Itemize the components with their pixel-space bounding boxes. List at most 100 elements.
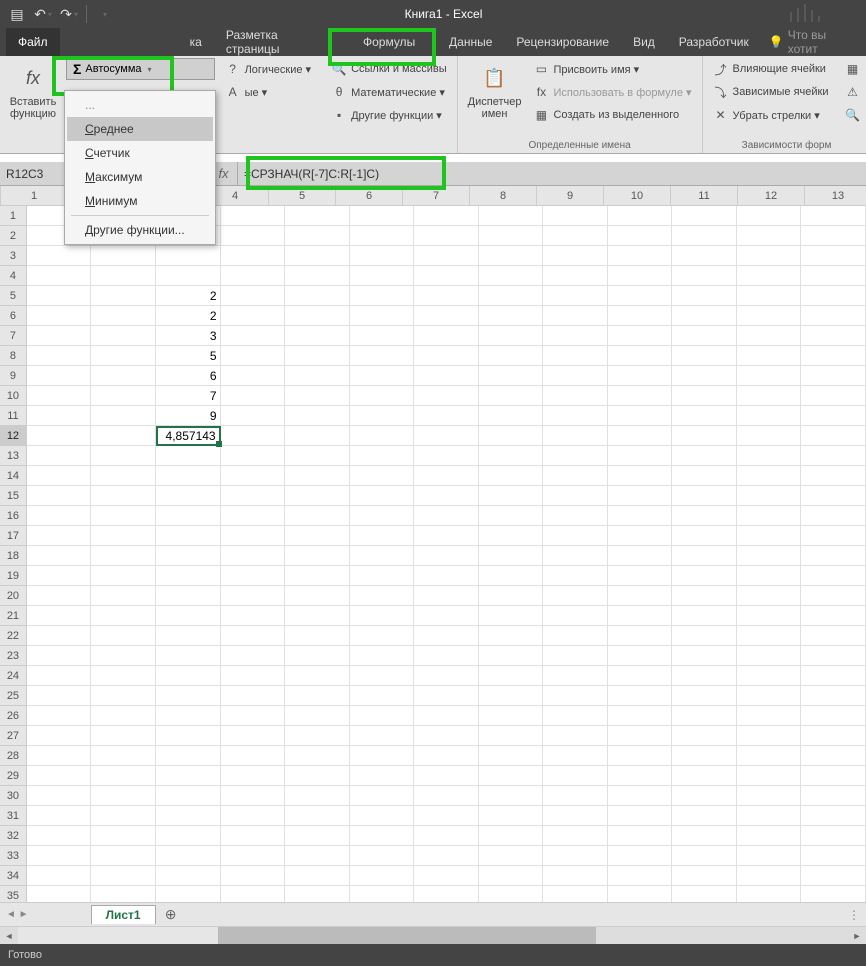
cell[interactable]	[608, 746, 673, 766]
cell[interactable]	[27, 746, 92, 766]
aux2[interactable]: ⚠	[841, 81, 865, 103]
cell[interactable]	[543, 826, 608, 846]
cell[interactable]	[479, 766, 544, 786]
cell[interactable]	[672, 826, 737, 846]
cell[interactable]	[672, 486, 737, 506]
cell[interactable]	[801, 866, 866, 886]
cell[interactable]	[543, 206, 608, 226]
cell[interactable]	[414, 326, 479, 346]
cell[interactable]	[221, 526, 286, 546]
cell[interactable]	[543, 566, 608, 586]
cell[interactable]	[543, 466, 608, 486]
cell[interactable]	[801, 466, 866, 486]
cell[interactable]	[221, 366, 286, 386]
cell[interactable]	[156, 266, 221, 286]
cell[interactable]	[608, 766, 673, 786]
cell[interactable]	[543, 606, 608, 626]
cell[interactable]	[479, 406, 544, 426]
cell[interactable]	[285, 706, 350, 726]
cell[interactable]	[350, 546, 415, 566]
cell[interactable]	[479, 346, 544, 366]
cell[interactable]	[91, 326, 156, 346]
cell[interactable]	[737, 426, 802, 446]
tab-page-layout[interactable]: Разметка страницы	[214, 28, 345, 56]
cell[interactable]	[285, 806, 350, 826]
cell[interactable]	[672, 546, 737, 566]
cell[interactable]	[801, 506, 866, 526]
cell[interactable]	[414, 586, 479, 606]
cell[interactable]	[608, 866, 673, 886]
cell[interactable]	[285, 386, 350, 406]
cell[interactable]	[285, 646, 350, 666]
cell[interactable]	[543, 526, 608, 546]
cell[interactable]	[543, 806, 608, 826]
cell[interactable]	[801, 406, 866, 426]
cell[interactable]	[285, 746, 350, 766]
cell[interactable]	[350, 786, 415, 806]
cell[interactable]	[27, 726, 92, 746]
cell[interactable]	[737, 406, 802, 426]
define-name-button[interactable]: ▭Присвоить имя ▾	[529, 58, 695, 80]
column-header[interactable]: 13	[805, 186, 866, 205]
cell[interactable]	[543, 346, 608, 366]
cell[interactable]	[91, 506, 156, 526]
cell[interactable]	[27, 846, 92, 866]
cell[interactable]	[221, 586, 286, 606]
cell[interactable]	[801, 746, 866, 766]
cell[interactable]	[156, 846, 221, 866]
row-header[interactable]: 17	[0, 526, 27, 546]
row-header[interactable]: 20	[0, 586, 27, 606]
cell[interactable]	[737, 306, 802, 326]
cell[interactable]	[221, 626, 286, 646]
cell[interactable]	[27, 506, 92, 526]
cell[interactable]	[608, 226, 673, 246]
cell[interactable]	[91, 366, 156, 386]
cell[interactable]	[414, 406, 479, 426]
dd-more-functions[interactable]: Другие функции...	[67, 218, 213, 242]
cell[interactable]	[27, 426, 92, 446]
cell[interactable]	[91, 466, 156, 486]
cell[interactable]	[672, 446, 737, 466]
cell[interactable]	[672, 286, 737, 306]
cell[interactable]	[608, 326, 673, 346]
cell[interactable]	[27, 346, 92, 366]
cell[interactable]	[608, 806, 673, 826]
cell[interactable]	[285, 206, 350, 226]
cell[interactable]	[479, 626, 544, 646]
cell[interactable]	[672, 346, 737, 366]
column-header[interactable]: 5	[269, 186, 336, 205]
row-header[interactable]: 2	[0, 226, 27, 246]
cell[interactable]	[91, 686, 156, 706]
cell[interactable]	[221, 646, 286, 666]
cell[interactable]	[801, 886, 866, 902]
cell[interactable]	[285, 346, 350, 366]
cell[interactable]	[27, 386, 92, 406]
cell[interactable]	[479, 206, 544, 226]
cell[interactable]	[414, 606, 479, 626]
cell[interactable]	[608, 486, 673, 506]
cell[interactable]	[543, 326, 608, 346]
cell[interactable]	[156, 786, 221, 806]
scroll-left-button[interactable]: ◄	[0, 927, 18, 944]
cell[interactable]	[479, 606, 544, 626]
cell[interactable]	[414, 646, 479, 666]
cell[interactable]	[221, 706, 286, 726]
qat-customize[interactable]: ▾	[93, 3, 115, 25]
cell[interactable]	[543, 406, 608, 426]
cell[interactable]	[27, 466, 92, 486]
cell[interactable]	[608, 706, 673, 726]
cell[interactable]	[221, 806, 286, 826]
cell[interactable]	[543, 366, 608, 386]
cell[interactable]	[608, 346, 673, 366]
tab-developer[interactable]: Разработчик	[667, 28, 761, 56]
cell[interactable]	[543, 306, 608, 326]
cell[interactable]	[672, 686, 737, 706]
cell[interactable]	[479, 466, 544, 486]
cell[interactable]	[672, 606, 737, 626]
cell[interactable]	[414, 386, 479, 406]
cell[interactable]	[285, 826, 350, 846]
cell[interactable]	[672, 226, 737, 246]
row-header[interactable]: 24	[0, 666, 27, 686]
cell[interactable]	[350, 266, 415, 286]
cell[interactable]	[737, 866, 802, 886]
